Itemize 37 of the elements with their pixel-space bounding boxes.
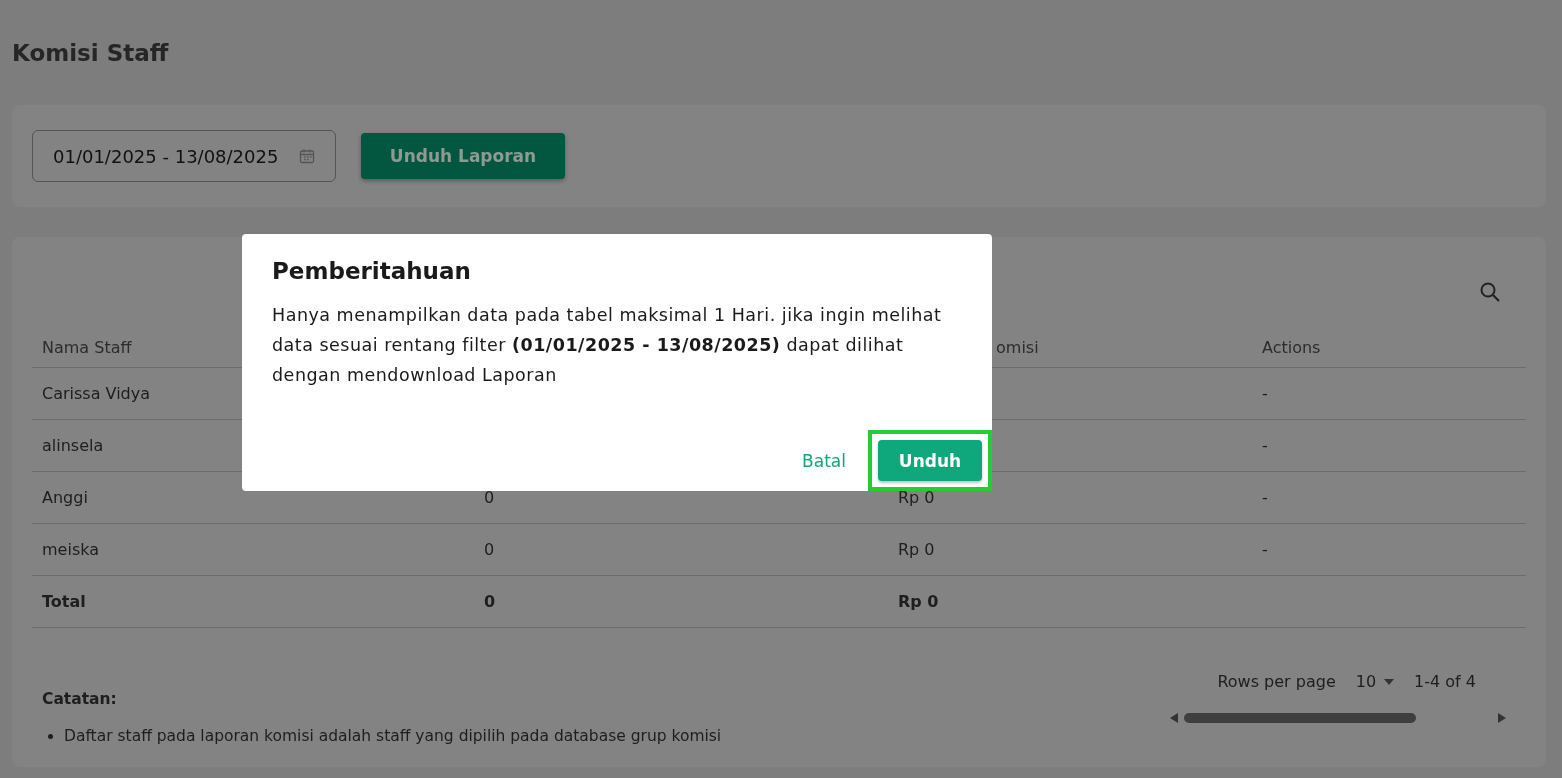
table-cell: alinsela [42,436,104,455]
bullet-icon [48,733,53,739]
date-range-field[interactable]: 01/01/2025 - 13/08/2025 [32,130,336,182]
download-report-button[interactable]: Unduh Laporan [361,133,565,179]
page-title: Komisi Staff [12,39,170,68]
page-range: 1-4 of 4 [1414,672,1476,691]
column-header: Nama Staff [42,338,132,357]
rows-per-page-select[interactable]: 10 [1355,672,1395,691]
table-cell: 0 [484,488,495,507]
note-item: Daftar staff pada laporan komisi adalah staff yang dipilih pada database grup komisi [64,726,722,746]
total-cell: Total [42,592,86,611]
download-button[interactable]: Unduh [878,440,982,481]
notes-title: Catatan: [42,690,118,708]
column-header: omisi [996,338,1039,357]
dialog-message: Hanya menampilkan data pada tabel maksimal 1 Hari. jika ingin melihat data sesuai rentang filter (01/01/2025 - 13/08/2025) dapat dilihat dengan mendownload Laporan [272,304,943,387]
table-cell: Rp 0 [898,488,935,507]
table-cell: - [1262,384,1268,403]
horizontal-scrollbar[interactable] [1170,713,1506,723]
rows-per-page-label: Rows per page [1217,672,1336,691]
table-cell: Carissa Vidya [42,384,151,403]
column-header: Actions [1262,338,1321,357]
calendar-icon [299,148,315,164]
table-cell: - [1262,488,1268,507]
scroll-left-icon[interactable] [1170,713,1178,723]
total-cell: Rp 0 [898,592,939,611]
total-cell: 0 [484,592,496,611]
dialog-title: Pemberitahuan [272,258,472,284]
table-cell: - [1262,540,1268,559]
table-cell: meiska [42,540,99,559]
table-cell: Rp 0 [898,540,935,559]
scroll-right-icon[interactable] [1498,713,1506,723]
caret-icon [1384,678,1395,685]
table-cell: - [1262,436,1268,455]
search-icon[interactable] [1478,280,1502,304]
table-cell: 0 [484,540,495,559]
cancel-button[interactable]: Batal [802,450,846,471]
table-cell: Anggi [42,488,88,507]
